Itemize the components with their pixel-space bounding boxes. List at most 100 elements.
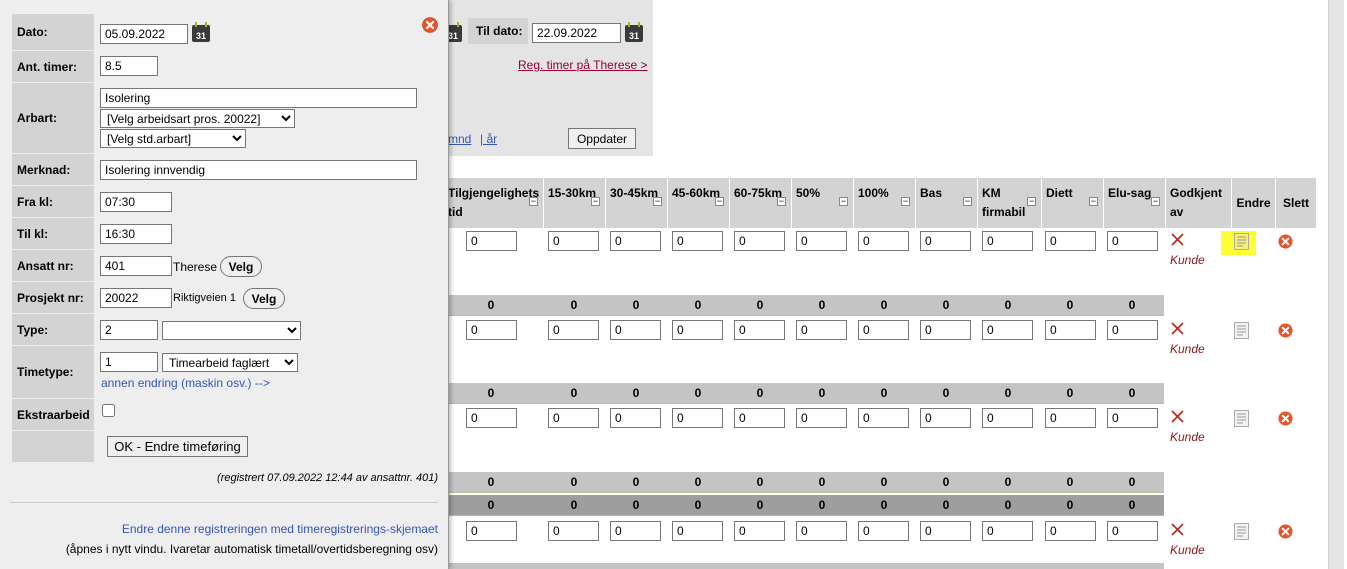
edit-icon[interactable]: [1234, 322, 1249, 339]
annen-endring-link[interactable]: annen endring (maskin osv.) -->: [101, 376, 270, 390]
period-link-mnd[interactable]: mnd: [448, 132, 471, 146]
reject-x-icon[interactable]: [1171, 321, 1184, 338]
ekstraarbeid-checkbox[interactable]: [102, 404, 115, 417]
value-input[interactable]: [672, 521, 723, 541]
timetype-select[interactable]: Timearbeid faglært: [162, 353, 298, 372]
value-input[interactable]: [982, 408, 1033, 428]
value-input[interactable]: [920, 231, 971, 251]
value-input[interactable]: [610, 408, 661, 428]
value-input[interactable]: [1045, 320, 1096, 340]
value-input[interactable]: [982, 320, 1033, 340]
value-input[interactable]: [734, 408, 785, 428]
ansatt-nr-input[interactable]: [100, 256, 172, 276]
collapse-column-button[interactable]: −: [901, 197, 910, 206]
edit-icon[interactable]: [1234, 410, 1249, 427]
value-input[interactable]: [610, 320, 661, 340]
value-input[interactable]: [466, 320, 517, 340]
value-input[interactable]: [858, 408, 909, 428]
value-input[interactable]: [1107, 408, 1158, 428]
value-input[interactable]: [734, 320, 785, 340]
value-input[interactable]: [1045, 408, 1096, 428]
collapse-column-button[interactable]: −: [591, 197, 600, 206]
ok-endre-button[interactable]: OK - Endre timeføring: [107, 436, 248, 457]
period-link-ar[interactable]: | år: [480, 132, 497, 146]
close-icon[interactable]: [422, 17, 438, 33]
edit-icon[interactable]: [1234, 233, 1249, 250]
slett-header-label: Slett: [1282, 196, 1309, 210]
value-input[interactable]: [548, 231, 599, 251]
dato-input[interactable]: [100, 24, 188, 44]
value-input[interactable]: [1045, 231, 1096, 251]
value-input[interactable]: [548, 408, 599, 428]
delete-icon[interactable]: [1278, 234, 1293, 249]
value-input[interactable]: [672, 320, 723, 340]
value-input[interactable]: [672, 231, 723, 251]
value-input[interactable]: [1045, 521, 1096, 541]
value-input[interactable]: [796, 231, 847, 251]
collapse-column-button[interactable]: −: [963, 197, 972, 206]
value-input[interactable]: [858, 521, 909, 541]
value-input[interactable]: [982, 521, 1033, 541]
ant-timer-input[interactable]: [100, 56, 158, 76]
sum-value: 0: [487, 498, 495, 512]
value-input[interactable]: [610, 521, 661, 541]
delete-icon[interactable]: [1278, 524, 1293, 539]
collapse-column-button[interactable]: −: [1151, 197, 1160, 206]
value-input[interactable]: [466, 408, 517, 428]
value-input[interactable]: [548, 521, 599, 541]
value-input[interactable]: [796, 521, 847, 541]
collapse-column-button[interactable]: −: [715, 197, 724, 206]
type-select[interactable]: [162, 321, 301, 340]
value-input[interactable]: [982, 231, 1033, 251]
value-input[interactable]: [858, 231, 909, 251]
svg-text:31: 31: [448, 31, 458, 41]
value-input[interactable]: [858, 320, 909, 340]
value-input[interactable]: [920, 408, 971, 428]
value-input[interactable]: [548, 320, 599, 340]
reg-timer-link[interactable]: Reg. timer på Therese >: [518, 58, 648, 72]
value-input[interactable]: [920, 320, 971, 340]
value-input[interactable]: [1107, 231, 1158, 251]
collapse-column-button[interactable]: −: [1089, 197, 1098, 206]
value-input[interactable]: [734, 521, 785, 541]
value-input[interactable]: [796, 408, 847, 428]
collapse-column-button[interactable]: −: [839, 197, 848, 206]
calendar-icon[interactable]: 31: [624, 22, 644, 43]
prosjekt-nr-input[interactable]: [100, 288, 172, 308]
value-input[interactable]: [466, 231, 517, 251]
value-input[interactable]: [1107, 320, 1158, 340]
reject-x-icon[interactable]: [1171, 409, 1184, 426]
fra-kl-input[interactable]: [100, 192, 172, 212]
value-input[interactable]: [796, 320, 847, 340]
endre-skjema-link[interactable]: Endre denne registreringen med timeregis…: [122, 522, 438, 536]
type-input[interactable]: [100, 320, 158, 340]
arbeidsart-select[interactable]: [Velg arbeidsart pros. 20022]: [100, 109, 295, 128]
value-input[interactable]: [610, 231, 661, 251]
velg-prosjekt-button[interactable]: Velg: [243, 288, 285, 309]
arbart-input[interactable]: [100, 88, 417, 108]
til-dato-input[interactable]: [532, 23, 621, 43]
edit-icon[interactable]: [1234, 523, 1249, 540]
collapse-column-button[interactable]: −: [777, 197, 786, 206]
calendar-icon[interactable]: 31: [191, 22, 211, 43]
til-kl-input[interactable]: [100, 224, 172, 244]
reject-x-icon[interactable]: [1171, 522, 1184, 539]
value-input[interactable]: [920, 521, 971, 541]
sum-value: 0: [570, 298, 578, 312]
velg-ansatt-button[interactable]: Velg: [220, 256, 262, 277]
delete-icon[interactable]: [1278, 323, 1293, 338]
scrollbar-track[interactable]: [1328, 0, 1344, 569]
std-arbart-select[interactable]: [Velg std.arbart]: [100, 129, 246, 148]
value-input[interactable]: [734, 231, 785, 251]
delete-icon[interactable]: [1278, 411, 1293, 426]
value-input[interactable]: [672, 408, 723, 428]
oppdater-button[interactable]: Oppdater: [568, 128, 636, 149]
timetype-input[interactable]: [100, 352, 158, 372]
merknad-input[interactable]: [100, 160, 417, 180]
value-input[interactable]: [466, 521, 517, 541]
collapse-column-button[interactable]: −: [653, 197, 662, 206]
value-input[interactable]: [1107, 521, 1158, 541]
collapse-column-button[interactable]: −: [1027, 197, 1036, 206]
reject-x-icon[interactable]: [1171, 232, 1184, 249]
collapse-column-button[interactable]: −: [529, 197, 538, 206]
